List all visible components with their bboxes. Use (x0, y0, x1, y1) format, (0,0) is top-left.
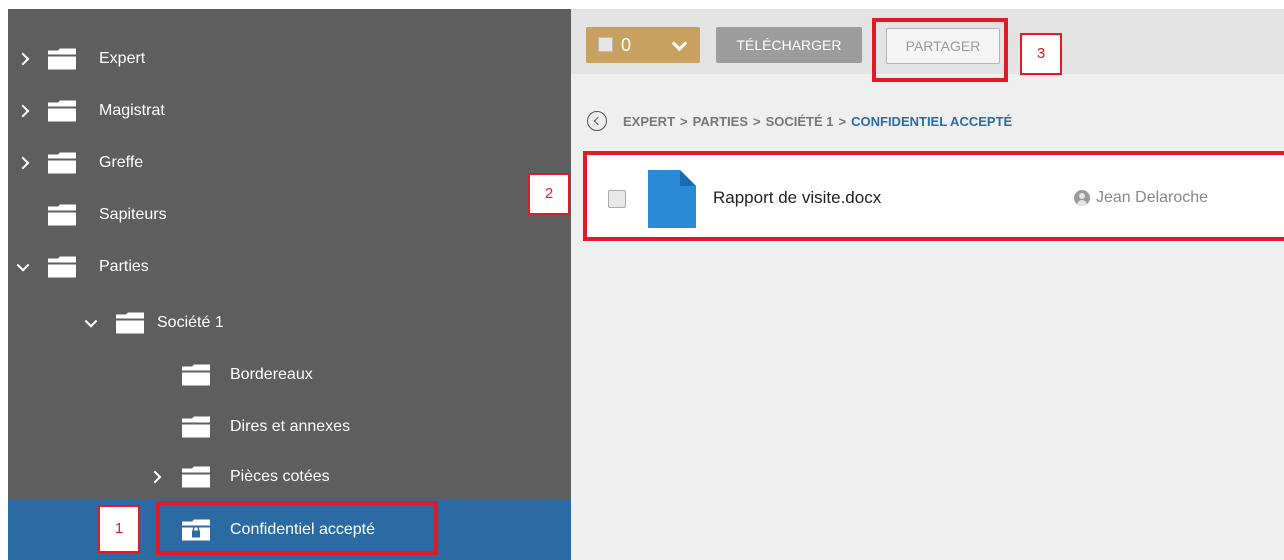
owner-name: Jean Delaroche (1096, 189, 1209, 206)
tree-item-label: Bordereaux (230, 366, 313, 383)
share-button[interactable]: PARTAGER (886, 28, 1000, 64)
file-browser-panel: 0 TÉLÉCHARGER PARTAGER EXPERT > PARTIES … (571, 9, 1284, 560)
breadcrumb: EXPERT > PARTIES > SOCIÉTÉ 1 > CONFIDENT… (587, 110, 1012, 132)
chevron-right-icon[interactable] (16, 156, 30, 170)
chevron-down-icon[interactable] (16, 258, 30, 272)
chevron-right-icon[interactable] (16, 104, 30, 118)
tree-item-dires-et-annexes[interactable]: Dires et annexes (8, 401, 571, 453)
folder-icon (48, 100, 76, 122)
folder-icon (182, 466, 210, 488)
tree-item-bordereaux[interactable]: Bordereaux (8, 349, 571, 401)
app-window: Expert Magistrat Greffe Sapiteurs Partie… (0, 0, 1284, 560)
annotation-label-1: 1 (98, 505, 140, 553)
tree-item-greffe[interactable]: Greffe (8, 137, 571, 189)
file-name[interactable]: Rapport de visite.docx (713, 154, 881, 242)
breadcrumb-separator: > (753, 113, 761, 129)
folder-icon (48, 152, 76, 174)
tree-item-expert[interactable]: Expert (8, 33, 571, 85)
breadcrumb-item-societe-1[interactable]: SOCIÉTÉ 1 (766, 114, 834, 129)
breadcrumb-item-current: CONFIDENTIEL ACCEPTÉ (851, 113, 1013, 129)
tree-item-parties[interactable]: Parties (8, 241, 571, 293)
folder-icon (48, 256, 76, 278)
tree-item-pieces-cotees[interactable]: Pièces cotées (8, 451, 571, 503)
user-icon (1074, 190, 1090, 206)
folder-icon (48, 204, 76, 226)
tree-item-magistrat[interactable]: Magistrat (8, 85, 571, 137)
tree-item-label: Dires et annexes (230, 418, 351, 435)
chevron-down-icon[interactable] (84, 314, 98, 328)
toolbar: 0 TÉLÉCHARGER PARTAGER (571, 9, 1284, 74)
select-all-dropdown[interactable]: 0 (586, 27, 700, 63)
folder-icon (116, 312, 144, 334)
folder-icon (48, 48, 76, 70)
locked-folder-icon (182, 519, 210, 541)
folder-icon (182, 364, 210, 386)
download-button[interactable]: TÉLÉCHARGER (716, 27, 862, 63)
tree-item-label: Société 1 (157, 314, 224, 331)
chevron-right-icon[interactable] (16, 52, 30, 66)
breadcrumb-separator: > (680, 113, 688, 129)
selected-count: 0 (621, 35, 632, 55)
folder-icon (182, 416, 210, 438)
breadcrumb-separator: > (838, 113, 847, 129)
tree-item-label: Parties (99, 258, 149, 275)
tree-item-societe-1[interactable]: Société 1 (8, 297, 571, 349)
select-all-checkbox[interactable] (598, 37, 613, 52)
file-checkbox[interactable] (608, 190, 626, 208)
tree-item-confidentiel-accepte[interactable]: Confidentiel accepté (8, 500, 571, 560)
tree-item-label: Sapiteurs (99, 206, 167, 223)
file-owner: Jean Delaroche (1074, 154, 1208, 242)
tree-item-label: Magistrat (99, 102, 165, 119)
tree-item-label: Greffe (99, 154, 144, 171)
chevron-down-icon[interactable] (671, 35, 688, 52)
annotation-label-3: 3 (1020, 33, 1062, 75)
tree-item-label: Pièces cotées (230, 468, 330, 485)
tree-item-sapiteurs[interactable]: Sapiteurs (8, 189, 571, 241)
breadcrumb-item-expert[interactable]: EXPERT (623, 114, 675, 129)
breadcrumb-item-parties[interactable]: PARTIES (693, 114, 748, 129)
tree-item-label: Confidentiel accepté (230, 521, 375, 538)
file-row[interactable]: Rapport de visite.docx Jean Delaroche (585, 154, 1284, 242)
chevron-right-icon[interactable] (148, 470, 162, 484)
folder-tree: Expert Magistrat Greffe Sapiteurs Partie… (8, 9, 571, 560)
tree-item-label: Expert (99, 50, 146, 67)
document-icon (648, 170, 696, 228)
annotation-label-2: 2 (528, 173, 570, 215)
back-arrow-icon[interactable] (587, 111, 607, 131)
